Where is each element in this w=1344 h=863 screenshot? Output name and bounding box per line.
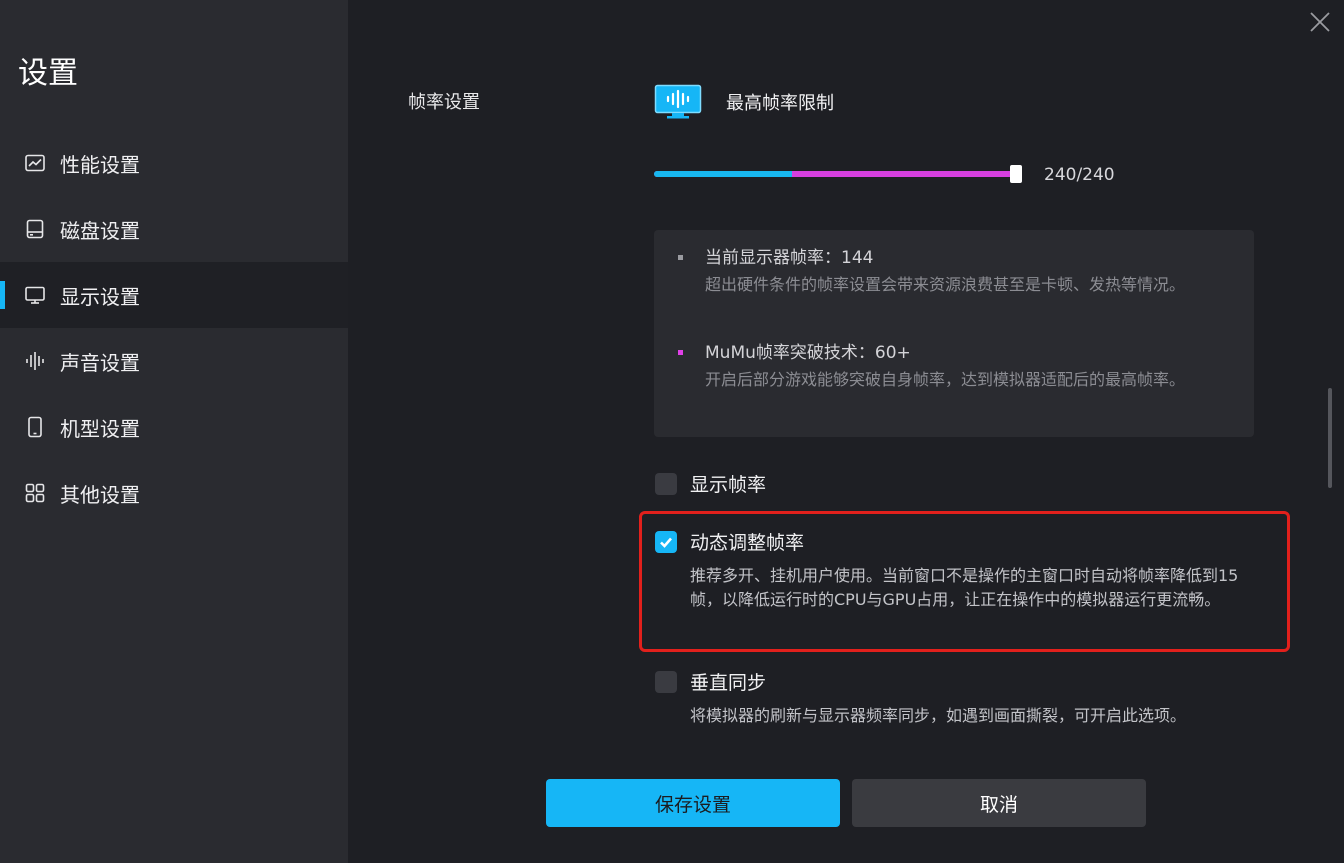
sidebar-item-device-model[interactable]: 机型设置	[0, 394, 348, 460]
sidebar-item-other[interactable]: 其他设置	[0, 460, 348, 526]
sidebar: 设置 性能设置 磁盘设置 显示设置 声音设置 机型设置 其他设置	[0, 0, 348, 863]
frame-rate-value: 240/240	[1044, 165, 1115, 185]
dynamic-fps-label: 动态调整帧率	[690, 532, 805, 554]
sidebar-item-label: 其他设置	[60, 482, 140, 507]
grid-icon	[24, 482, 46, 504]
close-button[interactable]	[1306, 8, 1334, 36]
save-button[interactable]: 保存设置	[546, 779, 840, 827]
sidebar-item-label: 机型设置	[60, 416, 140, 441]
slider-handle[interactable]	[1010, 165, 1022, 183]
frame-rate-slider[interactable]	[654, 165, 1022, 183]
checkmark-icon	[660, 537, 672, 548]
vsync-description: 将模拟器的刷新与显示器频率同步，如遇到画面撕裂，可开启此选项。	[690, 706, 1187, 725]
vsync-checkbox-row[interactable]: 垂直同步	[655, 668, 766, 695]
sidebar-nav: 性能设置 磁盘设置 显示设置 声音设置 机型设置 其他设置	[0, 130, 348, 526]
sound-wave-icon	[24, 350, 46, 372]
slider-track-base-segment	[654, 171, 792, 177]
sidebar-item-label: 性能设置	[60, 152, 140, 177]
display-icon	[24, 284, 46, 306]
vsync-checkbox[interactable]	[655, 670, 677, 693]
info-head: MuMu帧率突破技术：60+	[705, 343, 911, 363]
info-desc: 超出硬件条件的帧率设置会带来资源浪费甚至是卡顿、发热等情况。	[705, 275, 1186, 294]
scrollbar-thumb[interactable]	[1328, 388, 1332, 488]
sidebar-title: 设置	[18, 56, 78, 91]
info-desc: 开启后部分游戏能够突破自身帧率，达到模拟器适配后的最高帧率。	[705, 370, 1186, 389]
section-label-frame-rate: 帧率设置	[408, 92, 480, 113]
sidebar-item-label: 显示设置	[60, 284, 140, 309]
cancel-button[interactable]: 取消	[852, 779, 1146, 827]
frame-rate-header: 最高帧率限制	[654, 84, 834, 120]
sidebar-item-label: 声音设置	[60, 350, 140, 375]
disk-icon	[24, 218, 46, 240]
close-icon	[1310, 12, 1330, 32]
sidebar-item-disk[interactable]: 磁盘设置	[0, 196, 348, 262]
bullet-icon	[678, 255, 683, 260]
show-fps-label: 显示帧率	[690, 474, 767, 496]
show-fps-checkbox[interactable]	[655, 472, 677, 495]
performance-chart-icon	[24, 152, 46, 174]
info-head: 当前显示器帧率：144	[705, 248, 874, 268]
dynamic-fps-checkbox[interactable]	[655, 530, 677, 553]
monitor-fps-icon	[654, 84, 702, 119]
frame-rate-title: 最高帧率限制	[726, 93, 834, 114]
frame-rate-info-box: 当前显示器帧率：144 超出硬件条件的帧率设置会带来资源浪费甚至是卡顿、发热等情…	[654, 230, 1254, 437]
phone-icon	[24, 416, 46, 438]
sidebar-item-sound[interactable]: 声音设置	[0, 328, 348, 394]
sidebar-item-label: 磁盘设置	[60, 218, 140, 243]
dynamic-fps-description: 推荐多开、挂机用户使用。当前窗口不是操作的主窗口时自动将帧率降低到15帧，以降低…	[690, 566, 1239, 609]
show-fps-checkbox-row[interactable]: 显示帧率	[655, 470, 766, 497]
sidebar-item-performance[interactable]: 性能设置	[0, 130, 348, 196]
dynamic-fps-checkbox-row[interactable]: 动态调整帧率	[655, 528, 804, 555]
info-item-mumu-boost: MuMu帧率突破技术：60+ 开启后部分游戏能够突破自身帧率，达到模拟器适配后的…	[678, 341, 1218, 393]
sidebar-item-display[interactable]: 显示设置	[0, 262, 348, 328]
vsync-label: 垂直同步	[690, 672, 767, 694]
bullet-icon	[678, 350, 683, 355]
info-item-monitor-rate: 当前显示器帧率：144 超出硬件条件的帧率设置会带来资源浪费甚至是卡顿、发热等情…	[678, 246, 1218, 298]
